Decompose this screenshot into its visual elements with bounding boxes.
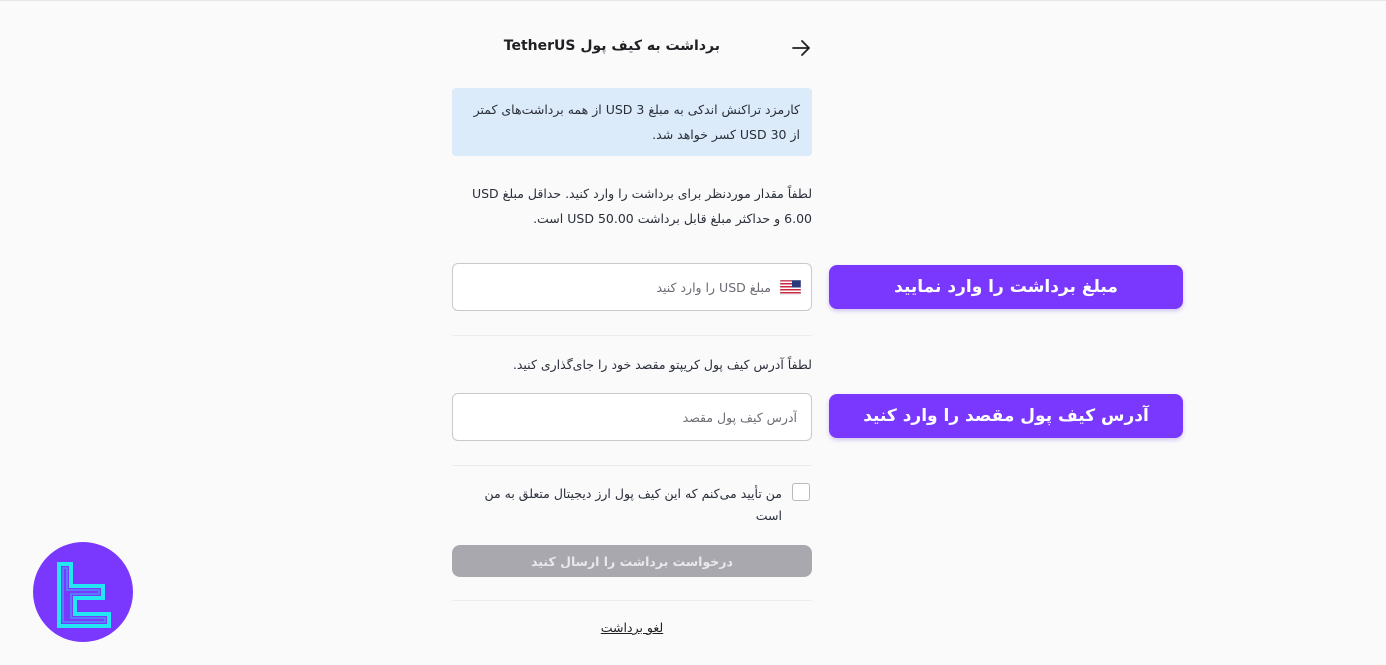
withdraw-panel: برداشت به کیف پول TetherUS کارمزد تراکنش… xyxy=(452,0,812,665)
amount-field[interactable] xyxy=(452,263,812,311)
address-input[interactable] xyxy=(467,397,797,437)
cancel-withdrawal-link[interactable]: لغو برداشت xyxy=(452,620,812,635)
section-divider xyxy=(452,465,812,466)
confirm-checkbox[interactable] xyxy=(792,483,810,501)
confirm-label-line-2: است xyxy=(755,508,782,523)
brand-logo xyxy=(33,542,133,642)
fee-notice: کارمزد تراکنش اندکی به مبلغ 3 USD از همه… xyxy=(452,88,812,156)
amount-instruction-line-1: لطفاً مقدار موردنظر برای برداشت را وارد … xyxy=(471,186,812,201)
confirm-label-line-1: من تأیید می‌کنم که این کیف پول ارز دیجیت… xyxy=(484,486,782,501)
fee-notice-line-2: از 30 USD کسر خواهد شد. xyxy=(652,127,800,142)
section-divider xyxy=(452,335,812,336)
address-field[interactable] xyxy=(452,393,812,441)
section-divider xyxy=(452,600,812,601)
arrow-right-icon[interactable] xyxy=(790,37,812,59)
page-header: برداشت به کیف پول TetherUS xyxy=(452,36,812,60)
amount-instruction: لطفاً مقدار موردنظر برای برداشت را وارد … xyxy=(452,181,812,231)
fee-notice-line-1: کارمزد تراکنش اندکی به مبلغ 3 USD از همه… xyxy=(473,102,800,117)
amount-instruction-line-2: 6.00 و حداکثر مبلغ قابل برداشت 50.00 USD… xyxy=(533,211,812,226)
submit-withdrawal-button[interactable]: درخواست برداشت را ارسال کنید xyxy=(452,545,812,577)
page-title: برداشت به کیف پول TetherUS xyxy=(503,38,720,54)
confirm-label: من تأیید می‌کنم که این کیف پول ارز دیجیت… xyxy=(452,483,782,527)
amount-input[interactable] xyxy=(471,267,771,307)
us-flag-icon xyxy=(780,279,811,295)
brand-logo-icon xyxy=(57,562,111,628)
address-callout: آدرس کیف پول مقصد را وارد کنید xyxy=(829,394,1183,438)
amount-callout: مبلغ برداشت را وارد نمایید xyxy=(829,265,1183,309)
address-instruction: لطفاً آدرس کیف پول کریپتو مقصد خود را جا… xyxy=(512,357,812,372)
